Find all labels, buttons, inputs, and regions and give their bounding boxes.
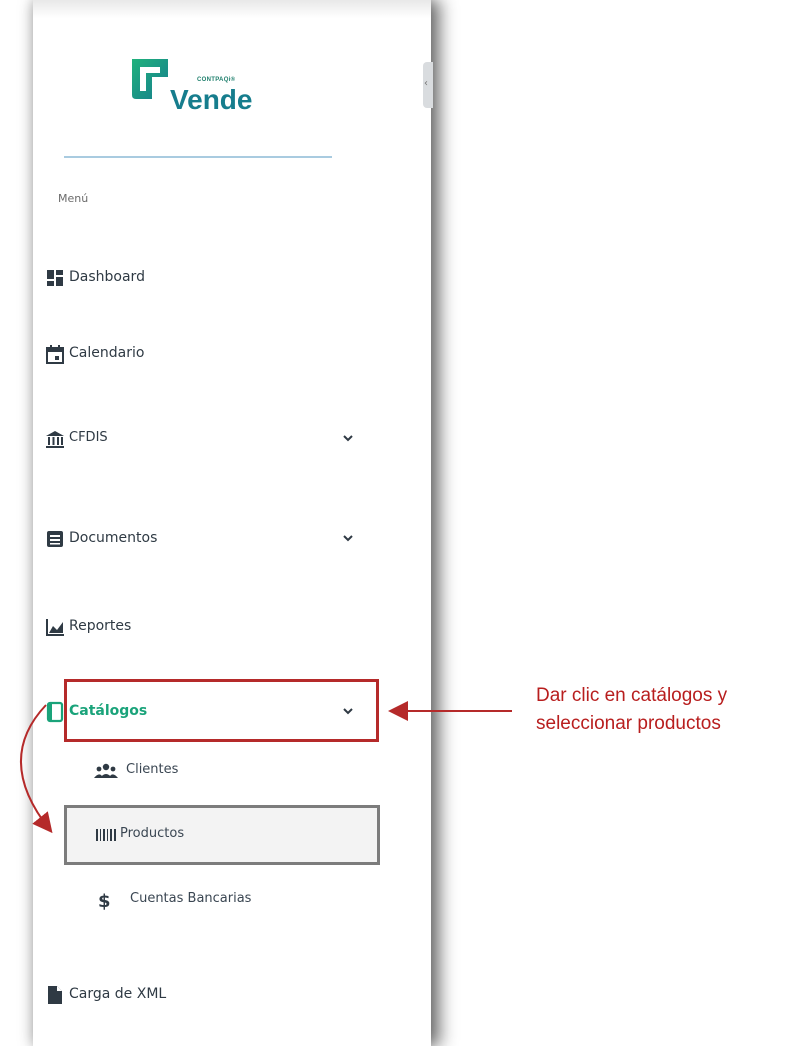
collapse-sidebar-button[interactable]: ‹: [423, 62, 433, 108]
menu-item-reportes[interactable]: Reportes: [44, 612, 354, 642]
catalog-icon: [46, 701, 64, 723]
annotation-line-1: Dar clic en catálogos y: [536, 685, 728, 706]
menu-item-documentos[interactable]: Documentos: [44, 524, 354, 554]
barcode-icon: [96, 829, 116, 841]
chevron-down-icon: [343, 535, 353, 542]
panel-top-shade: [33, 0, 431, 18]
svg-text:$: $: [98, 891, 111, 910]
menu-item-label: Documentos: [69, 530, 158, 546]
calendar-icon: [46, 345, 64, 364]
menu-item-label: Reportes: [69, 618, 132, 634]
chevron-left-icon: ‹: [424, 78, 428, 89]
menu-item-label: CFDIS: [69, 430, 108, 445]
menu-item-label: Calendario: [69, 345, 145, 361]
menu-item-calendario[interactable]: Calendario: [44, 339, 354, 369]
annotation-line-2: seleccionar productos: [536, 713, 721, 734]
app-logo: CONTPAQi® Vende: [128, 55, 278, 125]
catalogos-highlight-box: [64, 679, 379, 742]
chevron-down-icon: [343, 435, 353, 442]
logo-brand-small: CONTPAQi®: [197, 77, 236, 83]
logo-brand-big: Vende: [170, 84, 253, 115]
chart-icon: [46, 619, 64, 636]
document-list-icon: [47, 531, 63, 547]
logo-divider: [64, 156, 332, 158]
file-icon: [48, 986, 62, 1004]
bank-icon: [46, 431, 64, 448]
submenu-item-label: Cuentas Bancarias: [130, 891, 252, 906]
menu-item-dashboard[interactable]: Dashboard: [44, 263, 354, 293]
annotation-text: Dar clic en catálogos y seleccionar prod…: [536, 682, 727, 738]
menu-section-label: Menú: [58, 192, 89, 205]
submenu-item-label: Clientes: [126, 762, 179, 777]
submenu-item-label: Productos: [120, 826, 185, 841]
menu-item-carga-xml[interactable]: Carga de XML: [44, 980, 354, 1010]
users-icon: [94, 763, 118, 778]
menu-item-label: Dashboard: [69, 269, 145, 285]
dashboard-icon: [47, 270, 63, 286]
menu-item-label: Carga de XML: [69, 986, 167, 1002]
logo-mark-icon: [132, 59, 168, 99]
dollar-icon: $: [98, 891, 111, 910]
menu-item-cfdis[interactable]: CFDIS: [44, 424, 354, 454]
